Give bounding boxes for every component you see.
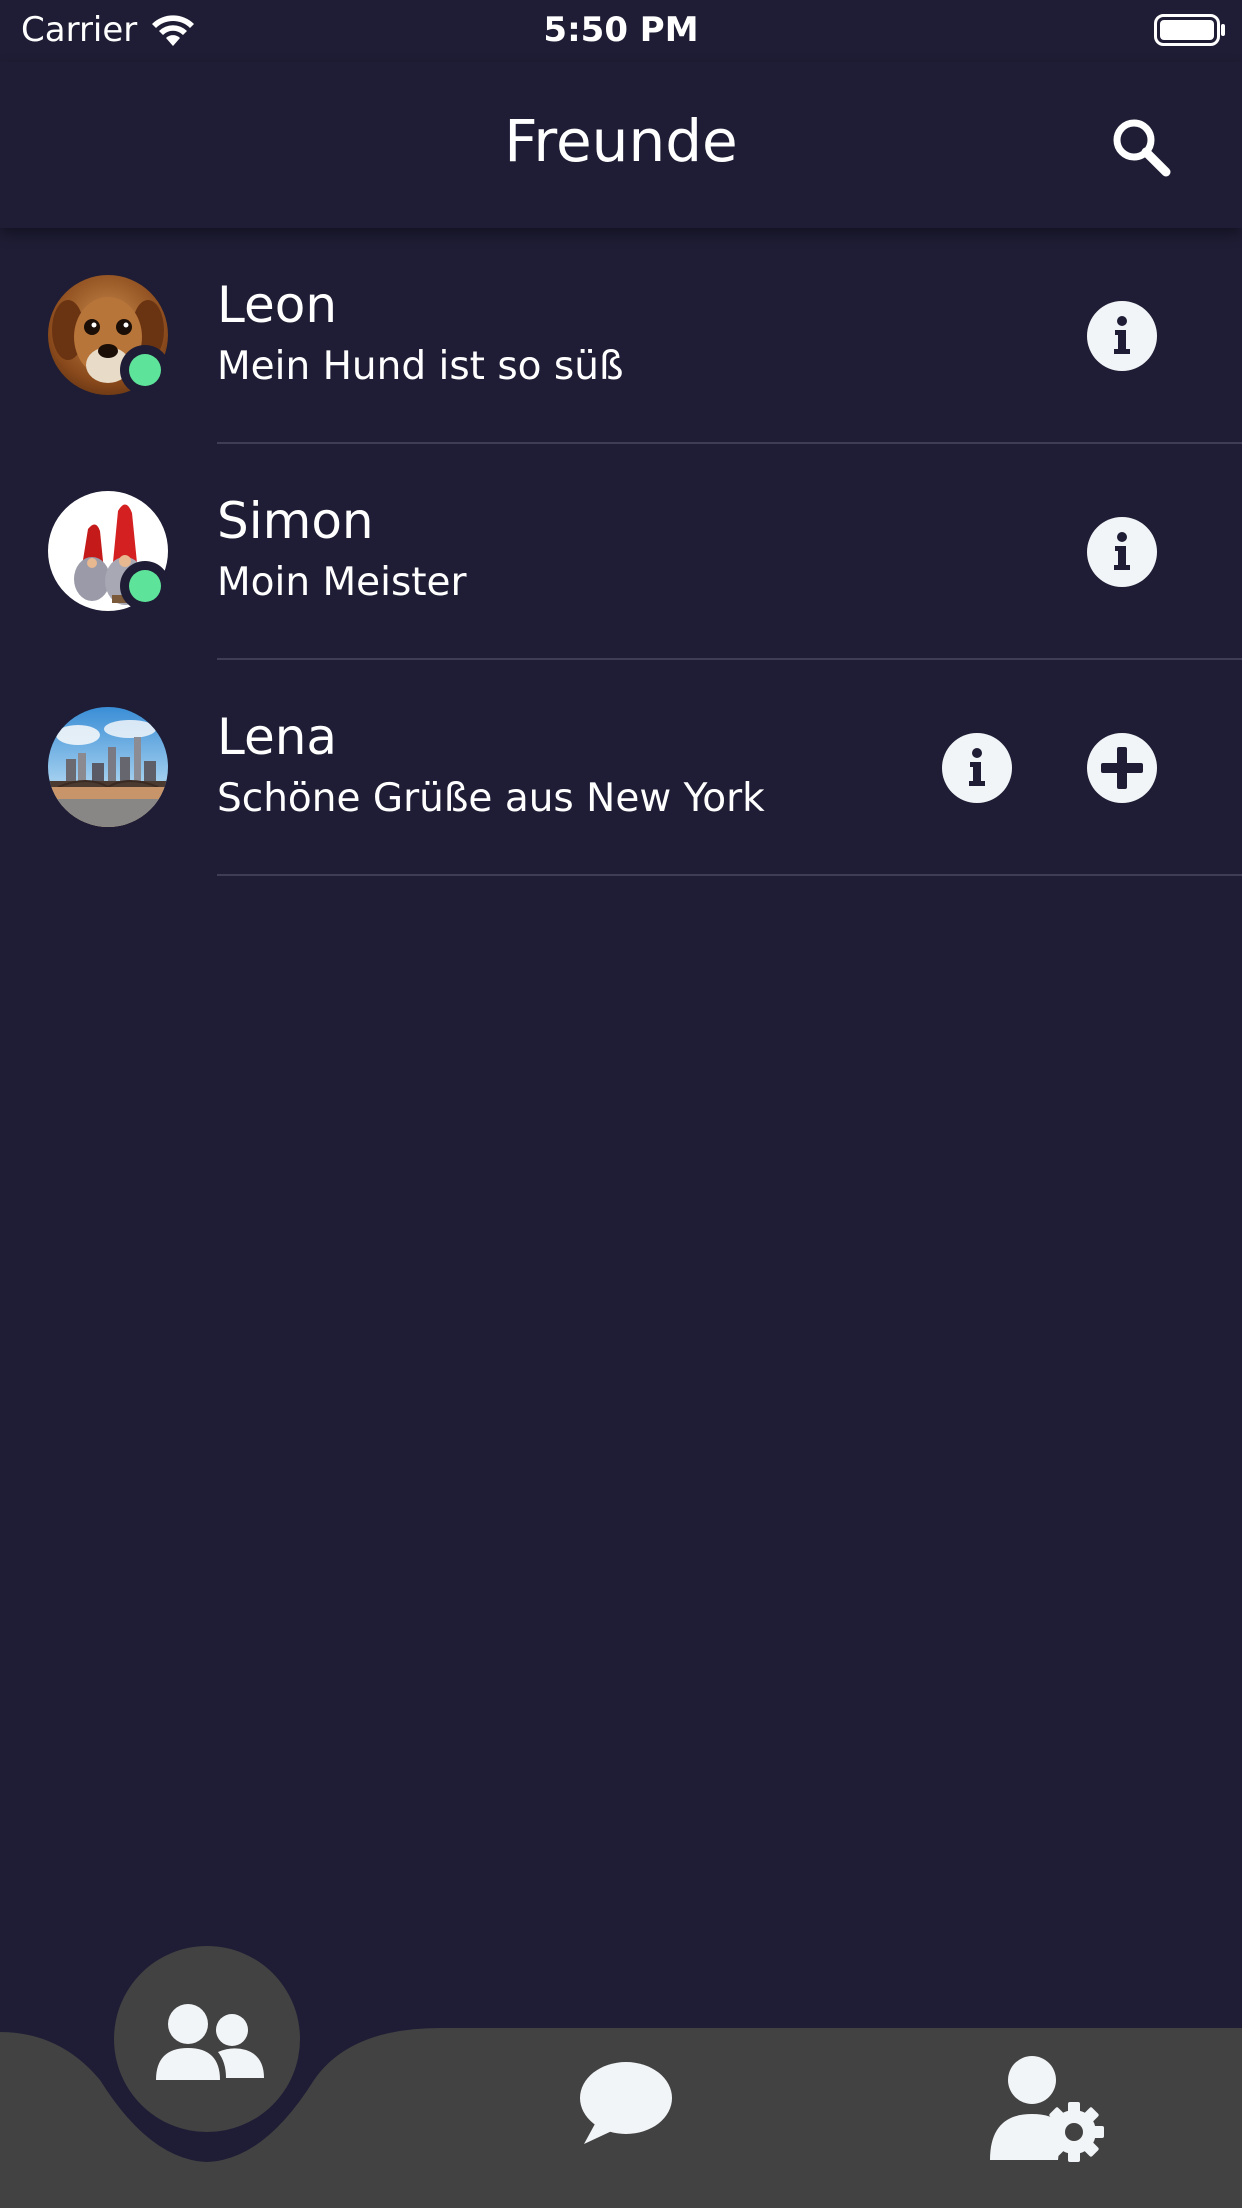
info-icon xyxy=(1114,316,1130,354)
nav-friends-button[interactable] xyxy=(114,1946,300,2132)
friend-status: Schöne Grüße aus New York xyxy=(217,776,765,821)
app-header: Freunde xyxy=(0,62,1242,228)
avatar[interactable] xyxy=(48,491,170,611)
info-icon xyxy=(1114,532,1130,570)
friend-name: Simon xyxy=(217,492,374,550)
friends-icon xyxy=(156,2004,264,2080)
divider xyxy=(217,874,1242,876)
online-indicator xyxy=(120,345,170,395)
status-bar: Carrier 5:50 PM xyxy=(0,0,1242,62)
friend-name: Leon xyxy=(217,276,338,334)
bottom-navigation xyxy=(0,1940,1242,2208)
info-button[interactable] xyxy=(942,733,1012,803)
info-icon xyxy=(969,748,985,786)
plus-icon xyxy=(1101,747,1143,789)
friend-status: Mein Hund ist so süß xyxy=(217,344,624,389)
battery-icon xyxy=(1154,14,1225,46)
friend-list: Leon Mein Hund ist so süß Simon Moin Mei… xyxy=(0,228,1242,876)
page-title: Freunde xyxy=(504,107,738,175)
friend-row-lena[interactable]: Lena Schöne Grüße aus New York xyxy=(0,660,1242,876)
friend-name: Lena xyxy=(217,708,338,766)
avatar[interactable] xyxy=(48,275,170,395)
friend-status: Moin Meister xyxy=(217,560,467,605)
friend-row-simon[interactable]: Simon Moin Meister xyxy=(0,444,1242,660)
clock: 5:50 PM xyxy=(543,10,699,50)
avatar[interactable] xyxy=(48,707,168,827)
friend-row-leon[interactable]: Leon Mein Hund ist so süß xyxy=(0,228,1242,444)
user-settings-icon[interactable] xyxy=(986,2052,1106,2162)
search-icon[interactable] xyxy=(1108,114,1172,178)
online-indicator xyxy=(120,561,170,611)
info-button[interactable] xyxy=(1087,517,1157,587)
chat-bubble-icon[interactable] xyxy=(578,2058,674,2146)
add-friend-button[interactable] xyxy=(1087,733,1157,803)
new-york-skyline-photo xyxy=(48,707,168,827)
info-button[interactable] xyxy=(1087,301,1157,371)
